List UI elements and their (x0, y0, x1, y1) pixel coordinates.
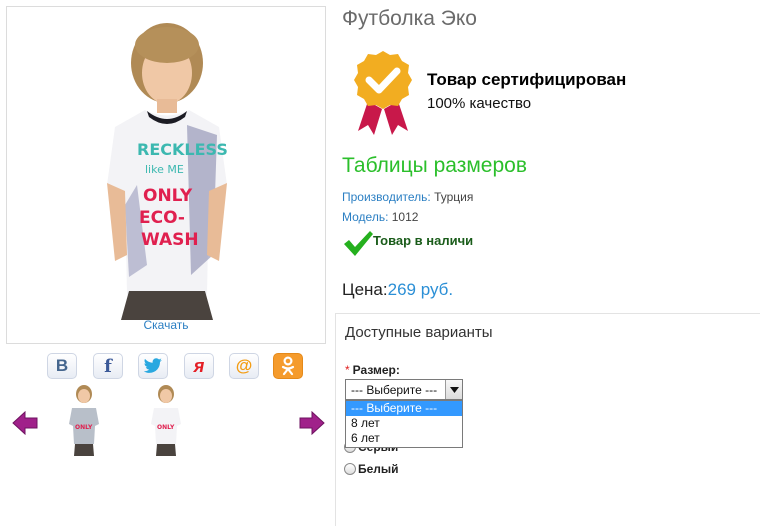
certificate-title: Товар сертифицирован (427, 70, 627, 89)
vk-share-button[interactable]: В (47, 353, 77, 379)
thumbnail-1[interactable]: ONLY (66, 384, 102, 460)
twitter-share-button[interactable] (138, 353, 168, 379)
size-select[interactable]: --- Выберите --- (345, 379, 463, 400)
svg-text:ECO-: ECO- (139, 208, 185, 228)
required-mark: * (345, 363, 350, 377)
color-option-label: Белый (358, 462, 399, 476)
size-select-value: --- Выберите --- (351, 383, 438, 397)
price: Цена:269 руб. (342, 280, 453, 300)
carousel-prev-arrow-icon[interactable] (12, 411, 38, 435)
svg-text:ONLY: ONLY (157, 424, 175, 431)
download-link[interactable]: Скачать (7, 318, 325, 332)
model-label: Модель: (342, 210, 389, 224)
svg-text:ONLY: ONLY (143, 186, 193, 206)
in-stock-check-icon (344, 231, 373, 256)
radio-button[interactable] (344, 463, 356, 475)
size-label-text: Размер: (352, 363, 400, 377)
odnoklassniki-icon (281, 356, 295, 376)
certificate-badge-icon (354, 51, 412, 135)
thumbnail-2[interactable]: ONLY (148, 384, 184, 460)
svg-text:RECKLESS: RECKLESS (137, 140, 228, 159)
price-label: Цена: (342, 280, 388, 299)
svg-text:like ME: like ME (145, 163, 184, 176)
mail-share-button[interactable]: @ (229, 353, 259, 379)
chevron-down-icon (449, 386, 459, 393)
price-value: 269 руб. (387, 280, 454, 299)
stock-status: Товар в наличи (373, 233, 474, 248)
facebook-icon: f (104, 355, 112, 377)
size-dropdown-list: --- Выберите --- 8 лет 6 лет (345, 400, 463, 448)
options-heading: Доступные варианты (345, 324, 493, 341)
yaru-share-button[interactable]: я (184, 353, 214, 379)
size-field-label: * Размер: (345, 363, 400, 377)
certificate-subtitle: 100% качество (427, 95, 532, 112)
size-option[interactable]: 6 лет (346, 431, 462, 446)
vk-icon: В (55, 356, 69, 375)
twitter-icon (143, 358, 162, 373)
size-option[interactable]: --- Выберите --- (346, 401, 462, 416)
model-value: 1012 (391, 210, 419, 224)
manufacturer-value: Турция (434, 190, 474, 204)
svg-text:WASH: WASH (141, 230, 199, 250)
size-option[interactable]: 8 лет (346, 416, 462, 431)
size-select-toggle[interactable] (445, 380, 462, 399)
product-photo[interactable]: RECKLESS like ME ONLY ECO- WASH (67, 15, 267, 320)
odnoklassniki-share-button[interactable] (273, 353, 303, 379)
facebook-share-button[interactable]: f (93, 353, 123, 379)
svg-text:ONLY: ONLY (75, 424, 93, 431)
color-option-white[interactable]: Белый (344, 462, 399, 476)
model-line: Модель: 1012 (342, 210, 418, 224)
mail-icon: @ (235, 356, 253, 375)
yaru-icon: я (193, 355, 205, 376)
carousel-next-arrow-icon[interactable] (299, 411, 325, 435)
product-image-frame: RECKLESS like ME ONLY ECO- WASH Скачать (6, 6, 326, 344)
product-title: Футболка Эко (342, 7, 477, 30)
manufacturer-line: Производитель: Турция (342, 190, 473, 204)
manufacturer-label: Производитель: (342, 190, 431, 204)
size-table-link[interactable]: Таблицы размеров (342, 154, 527, 178)
